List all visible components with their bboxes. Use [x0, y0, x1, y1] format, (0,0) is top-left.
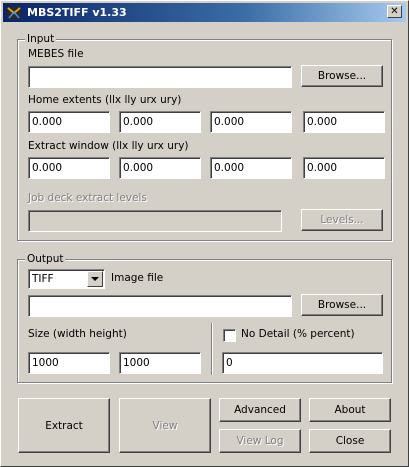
- view-log-button: View Log: [219, 429, 301, 453]
- about-button[interactable]: About: [309, 398, 391, 422]
- no-detail-checkbox[interactable]: [223, 329, 236, 342]
- extract-button[interactable]: Extract: [18, 398, 110, 453]
- app-icon: [7, 6, 21, 19]
- title-bar[interactable]: MBS2TIFF v1.33 ✕: [3, 3, 406, 22]
- close-button[interactable]: Close: [309, 429, 391, 453]
- no-detail-field[interactable]: 0: [222, 352, 383, 374]
- no-detail-label: No Detail (% percent): [241, 328, 355, 340]
- home-urx-field[interactable]: 0.000: [210, 111, 292, 133]
- size-label: Size (width height): [28, 328, 127, 340]
- dropdown-arrow-icon[interactable]: [87, 271, 103, 287]
- input-legend: Input: [25, 33, 57, 45]
- image-file-field[interactable]: [28, 295, 292, 317]
- image-file-label: Image file: [111, 272, 164, 284]
- extract-window-label: Extract window (llx lly urx ury): [28, 140, 189, 152]
- close-window-button[interactable]: ✕: [387, 5, 402, 18]
- advanced-button[interactable]: Advanced: [219, 398, 301, 422]
- window-title: MBS2TIFF v1.33: [27, 6, 127, 19]
- extract-ury-field[interactable]: 0.000: [303, 157, 385, 179]
- extract-lly-field[interactable]: 0.000: [119, 157, 201, 179]
- output-legend: Output: [25, 253, 66, 265]
- height-field[interactable]: 1000: [119, 352, 201, 374]
- mebes-file-field[interactable]: [28, 66, 292, 88]
- main-window: MBS2TIFF v1.33 ✕ Input MEBES file Browse…: [0, 0, 409, 467]
- mebes-browse-button[interactable]: Browse...: [301, 65, 383, 87]
- format-value: TIFF: [32, 273, 54, 285]
- output-separator: [211, 323, 213, 375]
- extract-urx-field[interactable]: 0.000: [210, 157, 292, 179]
- width-field[interactable]: 1000: [28, 352, 110, 374]
- image-browse-button[interactable]: Browse...: [301, 294, 383, 316]
- extract-llx-field[interactable]: 0.000: [28, 157, 110, 179]
- job-deck-field: [28, 210, 282, 232]
- job-deck-label: Job deck extract levels: [28, 192, 147, 204]
- view-button: View: [119, 398, 211, 453]
- levels-button: Levels...: [301, 209, 383, 231]
- format-dropdown[interactable]: TIFF: [28, 269, 105, 289]
- mebes-file-label: MEBES file: [28, 48, 84, 60]
- home-lly-field[interactable]: 0.000: [119, 111, 201, 133]
- home-extents-label: Home extents (llx lly urx ury): [28, 94, 182, 106]
- close-icon: ✕: [390, 5, 399, 17]
- home-llx-field[interactable]: 0.000: [28, 111, 110, 133]
- home-ury-field[interactable]: 0.000: [303, 111, 385, 133]
